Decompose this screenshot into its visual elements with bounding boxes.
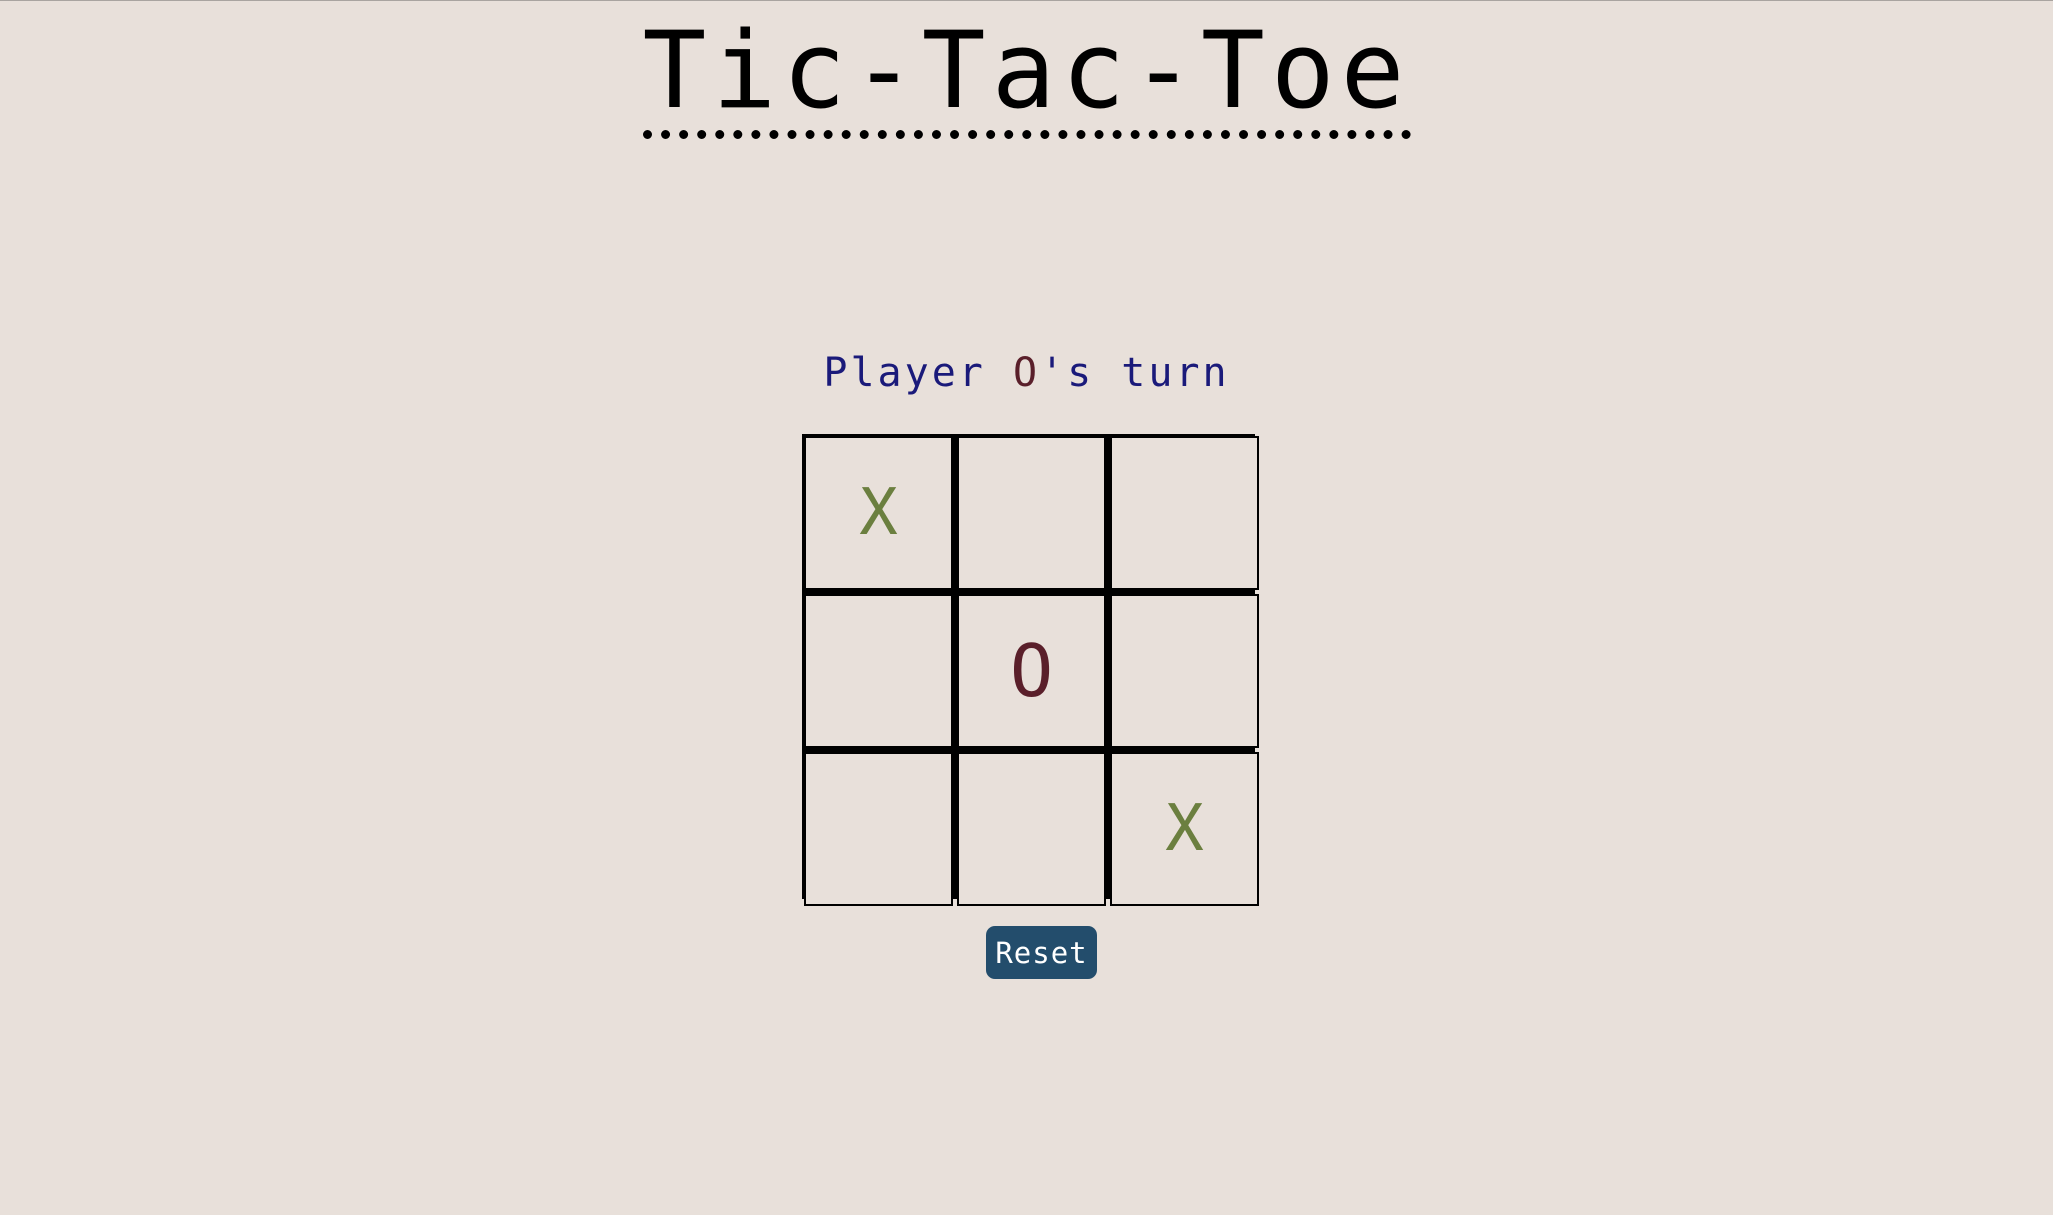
- board-cell-6[interactable]: [1110, 594, 1259, 748]
- page-title: Tic-Tac-Toe: [642, 18, 1411, 139]
- board-cell-8[interactable]: [957, 752, 1106, 906]
- turn-status: Player O's turn: [0, 350, 2053, 396]
- reset-button[interactable]: Reset: [986, 926, 1097, 979]
- game-board: X O X: [802, 434, 1259, 906]
- board-cell-2[interactable]: [957, 436, 1106, 590]
- board-cell-1[interactable]: X: [804, 436, 953, 590]
- board-cell-5[interactable]: O: [957, 594, 1106, 748]
- current-player: O: [1012, 350, 1041, 396]
- board-cell-4[interactable]: [804, 594, 953, 748]
- top-border: [0, 0, 2053, 1]
- board-cell-7[interactable]: [804, 752, 953, 906]
- turn-status-prefix: Player: [823, 350, 1013, 396]
- turn-status-suffix: 's turn: [1040, 350, 1230, 396]
- page-title-container: Tic-Tac-Toe: [0, 18, 2053, 139]
- board-cell-3[interactable]: [1110, 436, 1259, 590]
- board-cell-9[interactable]: X: [1110, 752, 1259, 906]
